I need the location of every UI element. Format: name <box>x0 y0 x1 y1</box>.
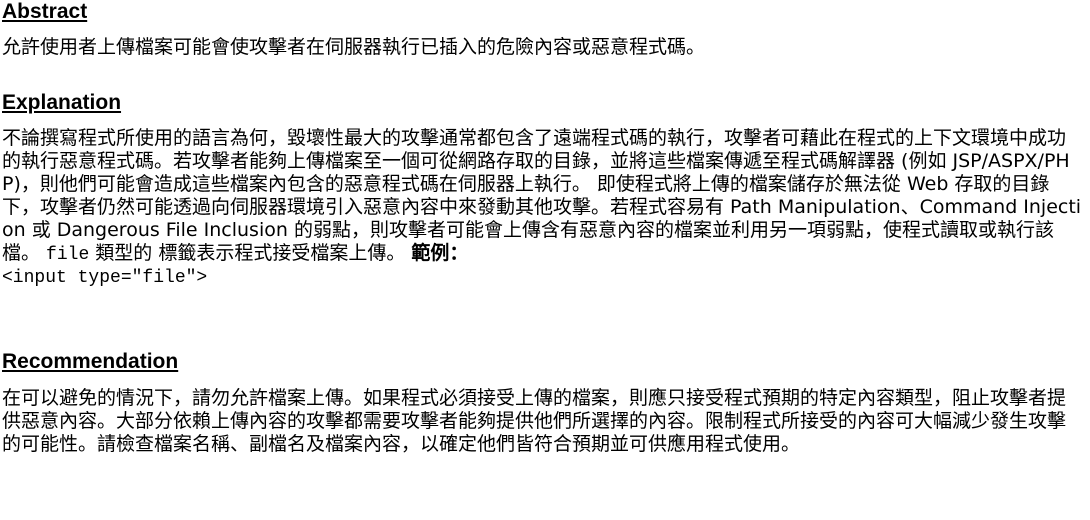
abstract-heading: Abstract <box>2 0 88 23</box>
recommendation-text: 在可以避免的情況下，請勿允許檔案上傳。如果程式必須接受上傳的檔案，則應只接受程式… <box>2 387 1067 455</box>
recommendation-heading: Recommendation <box>2 350 179 373</box>
code-example: <input type="file"> <box>2 268 208 288</box>
explanation-paragraph: 不論撰寫程式所使用的語言為何，毀壞性最大的攻擊通常都包含了遠端程式碼的執行，攻擊… <box>2 127 1084 289</box>
example-label: 範例： <box>411 242 469 264</box>
explanation-text-after-code: 類型的 標籤表示程式接受檔案上傳。 <box>89 242 412 264</box>
inline-code-file: file <box>46 245 90 265</box>
document: Abstract 允許使用者上傳檔案可能會使攻擊者在伺服器執行已插入的危險內容或… <box>0 0 1090 520</box>
abstract-text: 允許使用者上傳檔案可能會使攻擊者在伺服器執行已插入的危險內容或惡意程式碼。 <box>2 36 706 58</box>
explanation-heading: Explanation <box>2 91 122 114</box>
